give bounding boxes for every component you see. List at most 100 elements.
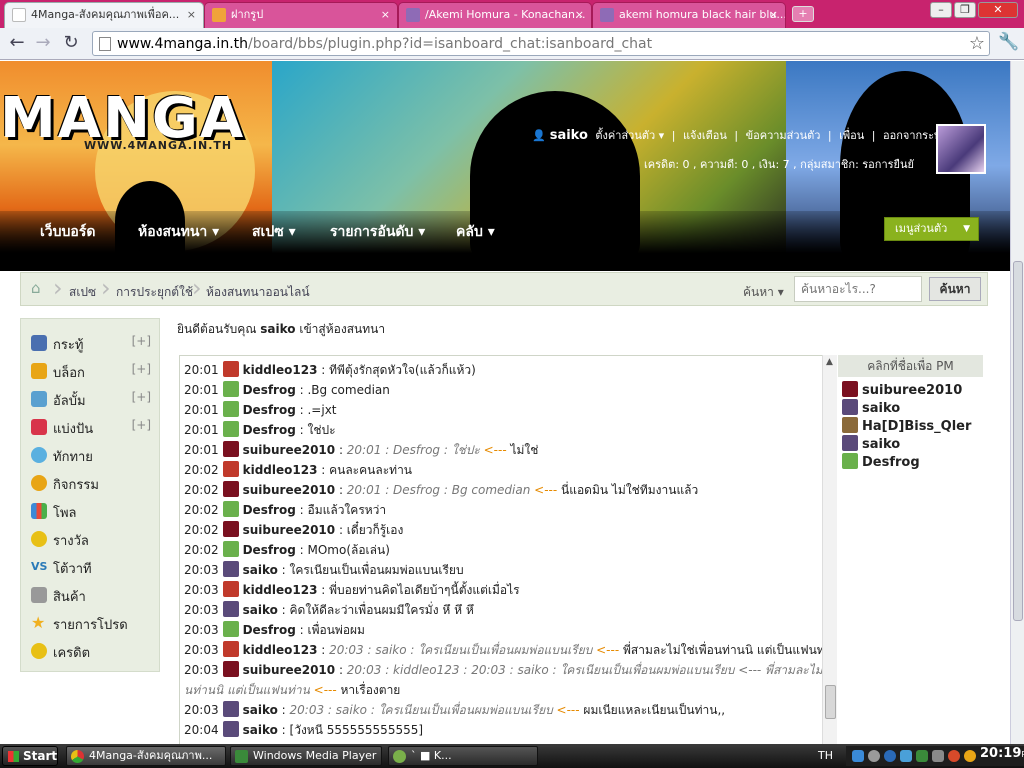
sidebar-item-share[interactable]: แบ่งปัน [+] xyxy=(31,417,155,437)
wrench-menu-icon[interactable]: 🔧 xyxy=(998,32,1019,52)
avatar[interactable] xyxy=(222,501,239,517)
username-link[interactable]: saiko xyxy=(550,128,588,143)
tab-4manga[interactable]: 4Manga-สังคมคุณภาพเพื่อค... × xyxy=(4,2,204,28)
sidebar-item-activity[interactable]: กิจกรรม xyxy=(31,473,155,493)
expand-toggle[interactable]: [+] xyxy=(132,362,151,376)
sidebar-item-poll[interactable]: โพล xyxy=(31,501,155,521)
tray-app-icon[interactable] xyxy=(916,750,928,762)
friends-link[interactable]: เพื่อน xyxy=(839,129,864,142)
avatar[interactable] xyxy=(222,421,239,437)
tab-akemi-search[interactable]: akemi homura black hair blu... × xyxy=(592,2,786,28)
notifications-link[interactable]: แจ้งเตือน xyxy=(683,129,727,142)
nav-club[interactable]: คลับ ▾ xyxy=(456,221,495,243)
avatar[interactable] xyxy=(222,521,239,537)
sidebar-item-blog[interactable]: บล็อก [+] xyxy=(31,361,155,381)
online-user[interactable]: saiko xyxy=(842,399,900,416)
private-messages-link[interactable]: ข้อความส่วนตัว xyxy=(746,129,821,142)
message-author[interactable]: suiburee2010 xyxy=(243,443,336,457)
avatar[interactable] xyxy=(222,721,239,737)
avatar[interactable] xyxy=(222,481,239,497)
avatar[interactable] xyxy=(222,641,239,657)
avatar[interactable] xyxy=(222,621,239,637)
close-tab-icon[interactable]: × xyxy=(575,3,584,27)
online-user[interactable]: Ha[D]Biss_Qler xyxy=(842,417,971,434)
forward-arrow-icon[interactable]: → xyxy=(32,32,54,54)
settings-link[interactable]: ตั้งค่าส่วนตัว ▾ xyxy=(595,129,664,142)
nav-space[interactable]: สเปซ ▾ xyxy=(252,221,296,243)
avatar[interactable] xyxy=(936,124,986,174)
avatar[interactable] xyxy=(222,581,239,597)
home-icon[interactable]: ⌂ xyxy=(31,281,47,296)
message-author[interactable]: kiddleo123 xyxy=(243,583,318,597)
volume-icon[interactable] xyxy=(932,750,944,762)
avatar[interactable] xyxy=(222,561,239,577)
bookmark-star-icon[interactable]: ☆ xyxy=(969,33,985,54)
scroll-thumb[interactable] xyxy=(1013,261,1023,621)
breadcrumb-apps[interactable]: การประยุกต์ใช้ xyxy=(116,283,193,302)
scroll-thumb[interactable] xyxy=(825,685,836,719)
sidebar-item-album[interactable]: อัลบั้ม [+] xyxy=(31,389,155,409)
message-author[interactable]: Desfrog xyxy=(243,383,296,397)
online-user[interactable]: suiburee2010 xyxy=(842,381,962,398)
scroll-up-icon[interactable]: ▲ xyxy=(826,357,833,367)
restore-icon[interactable]: ❐ xyxy=(954,2,976,18)
message-author[interactable]: Desfrog xyxy=(243,503,296,517)
sidebar-item-shop[interactable]: สินค้า xyxy=(31,585,155,605)
avatar[interactable] xyxy=(222,541,239,557)
expand-toggle[interactable]: [+] xyxy=(132,334,151,348)
personal-menu-button[interactable]: เมนูส่วนตัว ▼ xyxy=(884,217,979,241)
search-button[interactable]: ค้นหา xyxy=(929,277,981,301)
language-indicator[interactable]: TH xyxy=(818,749,833,762)
expand-toggle[interactable]: [+] xyxy=(132,418,151,432)
expand-toggle[interactable]: [+] xyxy=(132,390,151,404)
online-user[interactable]: saiko xyxy=(842,435,900,452)
sidebar-item-credit[interactable]: เครดิต xyxy=(31,641,155,661)
message-author[interactable]: suiburee2010 xyxy=(243,483,336,497)
taskbar-item-media-player[interactable]: Windows Media Player xyxy=(230,746,382,766)
search-type-dropdown[interactable]: ค้นหา ▾ xyxy=(743,283,784,302)
close-tab-icon[interactable]: × xyxy=(381,3,390,27)
message-author[interactable]: Desfrog xyxy=(243,623,296,637)
reload-icon[interactable]: ↻ xyxy=(60,32,82,54)
back-arrow-icon[interactable]: ← xyxy=(6,32,28,54)
avatar[interactable] xyxy=(222,361,239,377)
new-tab-button[interactable]: + xyxy=(792,6,814,22)
close-tab-icon[interactable]: × xyxy=(769,3,778,27)
start-button[interactable]: Start xyxy=(2,746,58,766)
message-author[interactable]: suiburee2010 xyxy=(243,523,336,537)
tray-app-icon[interactable] xyxy=(948,750,960,762)
message-author[interactable]: saiko xyxy=(243,703,278,717)
clock[interactable]: 20:19PM xyxy=(980,746,1024,761)
sidebar-item-topics[interactable]: กระทู้ [+] xyxy=(31,333,155,353)
tray-app-icon[interactable] xyxy=(900,750,912,762)
minimize-icon[interactable]: – xyxy=(930,2,952,18)
search-input[interactable] xyxy=(794,276,922,302)
message-author[interactable]: kiddleo123 xyxy=(243,643,318,657)
message-author[interactable]: saiko xyxy=(243,563,278,577)
message-author[interactable]: saiko xyxy=(243,723,278,737)
avatar[interactable] xyxy=(222,701,239,717)
message-author[interactable]: Desfrog xyxy=(243,403,296,417)
avatar[interactable] xyxy=(222,661,239,677)
message-author[interactable]: suiburee2010 xyxy=(243,663,336,677)
avatar[interactable] xyxy=(222,461,239,477)
avatar[interactable] xyxy=(222,601,239,617)
chat-log[interactable]: 20:01 kiddleo123 : ทีพีตุ้งรักสุดหัวใจ(แล… xyxy=(179,355,837,745)
tab-konachan[interactable]: /Akemi Homura - Konachan... × xyxy=(398,2,592,28)
message-author[interactable]: kiddleo123 xyxy=(243,363,318,377)
sidebar-item-debate[interactable]: VS โต้วาที xyxy=(31,557,155,577)
taskbar-item-browser[interactable]: 4Manga-สังคมคุณภาพ... xyxy=(66,746,226,766)
message-author[interactable]: Desfrog xyxy=(243,423,296,437)
tab-upload-image[interactable]: ฝากรูป × xyxy=(204,2,398,28)
tray-app-icon[interactable] xyxy=(964,750,976,762)
page-scrollbar[interactable] xyxy=(1010,61,1024,744)
taskbar-item-app[interactable]: ` ■ K... xyxy=(388,746,538,766)
address-bar[interactable]: www.4manga.in.th/board/bbs/plugin.php?id… xyxy=(92,31,990,56)
tray-app-icon[interactable] xyxy=(884,750,896,762)
avatar[interactable] xyxy=(222,441,239,457)
avatar[interactable] xyxy=(222,401,239,417)
message-author[interactable]: Desfrog xyxy=(243,543,296,557)
message-author[interactable]: saiko xyxy=(243,603,278,617)
nav-webboard[interactable]: เว็บบอร์ด xyxy=(40,221,95,243)
message-author[interactable]: kiddleo123 xyxy=(243,463,318,477)
